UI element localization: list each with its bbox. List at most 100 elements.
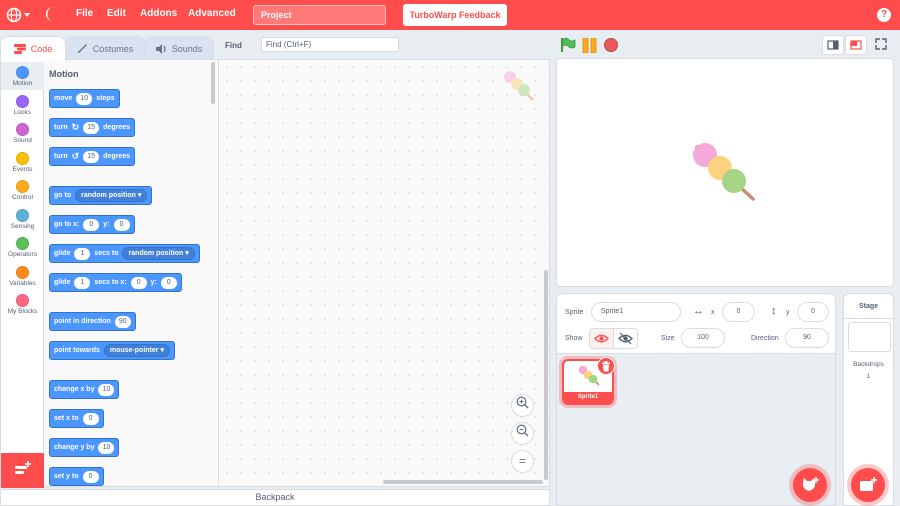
workspace-horizontal-scrollbar[interactable]: [383, 480, 543, 484]
category-operators[interactable]: Operators: [1, 233, 44, 261]
palette-scrollbar[interactable]: [211, 62, 215, 104]
workspace-vertical-scrollbar[interactable]: [544, 270, 548, 480]
block-point-in-direction[interactable]: point in direction 90: [49, 312, 136, 331]
block-input[interactable]: 0: [113, 218, 130, 231]
zoom-out-icon: [516, 424, 529, 437]
block-change-y[interactable]: change y by 10: [49, 438, 120, 457]
direction-input[interactable]: 90: [785, 328, 829, 348]
add-backdrop-button[interactable]: [851, 468, 885, 502]
block-input[interactable]: 1: [74, 276, 91, 289]
find-input[interactable]: Find (Ctrl+F): [261, 37, 399, 52]
dropdown-value: mouse-pointer: [109, 347, 159, 354]
block-input[interactable]: 90: [114, 315, 131, 328]
sprite-name-input[interactable]: Sprite1: [591, 302, 681, 322]
category-label: Control: [12, 194, 33, 201]
x-position-input[interactable]: 0: [722, 302, 755, 322]
theme-moon-icon[interactable]: [44, 6, 58, 26]
block-turn-left[interactable]: turn ↺ 15 degrees: [49, 147, 136, 166]
extension-icon: [14, 461, 31, 474]
project-title-input[interactable]: Project: [253, 5, 386, 25]
feedback-button[interactable]: TurboWarp Feedback: [403, 4, 507, 26]
pause-icon[interactable]: [582, 37, 598, 58]
block-input[interactable]: 10: [76, 92, 93, 105]
category-dot: [16, 152, 29, 165]
category-dot: [16, 180, 29, 193]
block-input[interactable]: 0: [160, 276, 177, 289]
block-glide-to-xy[interactable]: glide 1 secs to x: 0 y: 0: [49, 273, 182, 292]
menu-addons[interactable]: Addons: [140, 8, 177, 19]
category-dot: [16, 209, 29, 222]
language-globe-icon[interactable]: [6, 6, 32, 24]
zoom-in-button[interactable]: [511, 394, 534, 417]
stage-canvas[interactable]: [556, 58, 894, 287]
category-variables[interactable]: Variables: [1, 262, 44, 290]
block-set-y[interactable]: set y to 0: [49, 467, 104, 486]
block-input[interactable]: 0: [83, 218, 100, 231]
show-hidden-button[interactable]: [613, 328, 638, 349]
block-turn-right[interactable]: turn ↻ 15 degrees: [49, 118, 136, 137]
block-input[interactable]: 15: [83, 150, 100, 163]
green-flag-icon[interactable]: [560, 37, 576, 58]
block-input[interactable]: 10: [98, 441, 115, 454]
block-text: secs to: [94, 250, 119, 257]
add-sprite-button[interactable]: [793, 468, 827, 502]
sprite-pane: Sprite Sprite1 ↔ x 0 ↕ y 0 Show Size 100…: [556, 293, 836, 506]
menu-edit[interactable]: Edit: [107, 8, 126, 19]
tab-code[interactable]: Code: [0, 36, 66, 61]
block-set-x[interactable]: set x to 0: [49, 409, 104, 428]
fullscreen-button[interactable]: [871, 35, 893, 55]
block-go-to[interactable]: go to random position ▾: [49, 186, 153, 205]
add-extension-button[interactable]: [1, 453, 44, 488]
script-workspace[interactable]: [220, 60, 549, 486]
tab-sounds[interactable]: Sounds: [144, 36, 214, 60]
size-input[interactable]: 100: [681, 328, 725, 348]
block-move-steps[interactable]: move 10 steps: [49, 89, 120, 108]
block-go-to-xy[interactable]: go to x: 0 y: 0: [49, 215, 135, 234]
eye-slash-icon: [618, 332, 633, 345]
category-events[interactable]: Events: [1, 148, 44, 176]
category-my-blocks[interactable]: My Blocks: [1, 290, 44, 318]
zoom-out-button[interactable]: [511, 422, 534, 445]
stop-icon[interactable]: [604, 38, 618, 52]
category-sensing[interactable]: Sensing: [1, 205, 44, 233]
help-icon[interactable]: ?: [877, 8, 891, 22]
large-stage-button[interactable]: [845, 35, 867, 55]
menu-advanced[interactable]: Advanced: [188, 8, 236, 19]
category-motion[interactable]: Motion: [1, 62, 44, 90]
zoom-in-icon: [516, 396, 529, 409]
block-input[interactable]: 10: [98, 383, 115, 396]
tab-costumes[interactable]: Costumes: [65, 36, 145, 60]
backpack-header[interactable]: Backpack: [0, 489, 550, 506]
block-change-x[interactable]: change x by 10: [49, 380, 120, 399]
small-stage-icon: [827, 40, 839, 50]
category-dot: [16, 294, 29, 307]
block-input[interactable]: 1: [74, 247, 91, 260]
category-looks[interactable]: Looks: [1, 91, 44, 119]
menu-file[interactable]: File: [76, 8, 93, 19]
block-point-towards[interactable]: point towards mouse-pointer ▾: [49, 341, 175, 360]
block-glide-to[interactable]: glide 1 secs to random position ▾: [49, 244, 200, 263]
block-dropdown[interactable]: random position ▾: [75, 189, 148, 202]
category-label: Motion: [12, 80, 33, 87]
block-input[interactable]: 0: [130, 276, 147, 289]
block-input[interactable]: 0: [82, 412, 99, 425]
y-label: y: [786, 309, 790, 316]
delete-sprite-button[interactable]: [597, 357, 615, 375]
block-text: y:: [103, 221, 110, 228]
zoom-reset-button[interactable]: =: [511, 450, 534, 473]
stage-selector-title: Stage: [858, 303, 879, 310]
block-text: glide: [54, 279, 71, 286]
category-control[interactable]: Control: [1, 176, 44, 204]
y-position-input[interactable]: 0: [797, 302, 829, 322]
block-input[interactable]: 0: [82, 470, 99, 483]
backdrops-count: 1: [866, 373, 871, 380]
sprite-name-label: Sprite: [565, 309, 584, 316]
y-arrows-icon: ↕: [771, 305, 777, 317]
category-sound[interactable]: Sound: [1, 119, 44, 147]
block-dropdown[interactable]: random position ▾: [122, 247, 195, 260]
block-dropdown[interactable]: mouse-pointer ▾: [103, 344, 170, 357]
sprite-info-panel: Sprite Sprite1 ↔ x 0 ↕ y 0 Show Size 100…: [557, 294, 835, 354]
show-visible-button[interactable]: [589, 328, 614, 349]
block-input[interactable]: 15: [83, 121, 100, 134]
small-stage-button[interactable]: [822, 35, 844, 55]
